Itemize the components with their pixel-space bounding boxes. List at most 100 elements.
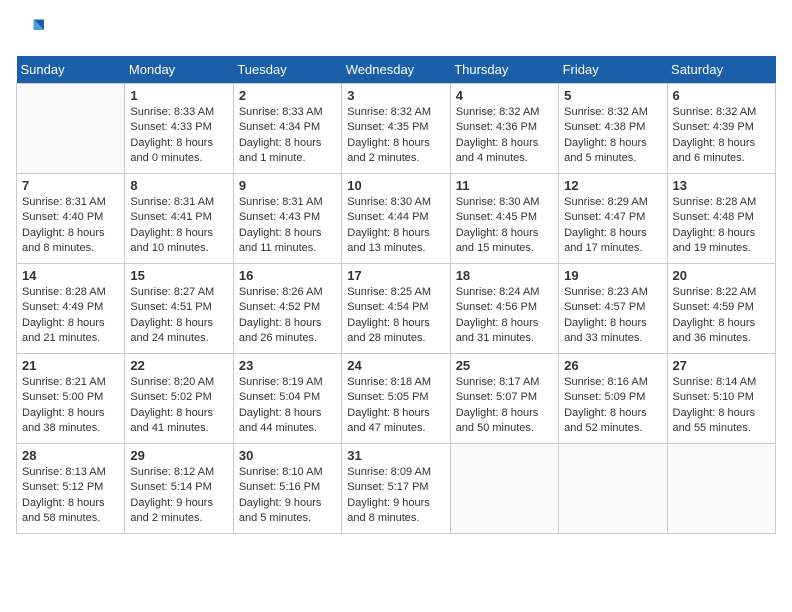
day-number: 5: [564, 88, 661, 103]
day-number: 13: [673, 178, 770, 193]
calendar-cell: 15 Sunrise: 8:27 AM Sunset: 4:51 PM Dayli…: [125, 264, 233, 354]
day-header-thursday: Thursday: [450, 56, 558, 84]
calendar-week-row: 28 Sunrise: 8:13 AM Sunset: 5:12 PM Dayli…: [17, 444, 776, 534]
day-number: 4: [456, 88, 553, 103]
day-number: 25: [456, 358, 553, 373]
day-number: 24: [347, 358, 444, 373]
calendar-cell: 16 Sunrise: 8:26 AM Sunset: 4:52 PM Dayli…: [233, 264, 341, 354]
day-number: 10: [347, 178, 444, 193]
calendar-header-row: SundayMondayTuesdayWednesdayThursdayFrid…: [17, 56, 776, 84]
day-header-tuesday: Tuesday: [233, 56, 341, 84]
calendar-week-row: 14Sunrise: 8:28 AM Sunset: 4:49 PM Dayli…: [17, 264, 776, 354]
calendar-cell: 7Sunrise: 8:31 AM Sunset: 4:40 PM Daylig…: [17, 174, 125, 264]
day-info: Sunrise: 8:23 AM Sunset: 4:57 PM Dayligh…: [564, 285, 661, 347]
calendar-cell: 5 Sunrise: 8:32 AM Sunset: 4:38 PM Daylig…: [559, 84, 667, 174]
day-number: 11: [456, 178, 553, 193]
day-header-wednesday: Wednesday: [342, 56, 450, 84]
day-info: Sunrise: 8:14 AM Sunset: 5:10 PM Dayligh…: [673, 375, 770, 437]
calendar-cell: 13 Sunrise: 8:28 AM Sunset: 4:48 PM Dayli…: [667, 174, 775, 264]
calendar-cell: [667, 444, 775, 534]
calendar-cell: 3 Sunrise: 8:32 AM Sunset: 4:35 PM Daylig…: [342, 84, 450, 174]
day-number: 12: [564, 178, 661, 193]
day-info: Sunrise: 8:32 AM Sunset: 4:38 PM Dayligh…: [564, 105, 661, 167]
calendar-cell: 31 Sunrise: 8:09 AM Sunset: 5:17 PM Dayli…: [342, 444, 450, 534]
day-info: Sunrise: 8:19 AM Sunset: 5:04 PM Dayligh…: [239, 375, 336, 437]
calendar-cell: [450, 444, 558, 534]
day-info: Sunrise: 8:09 AM Sunset: 5:17 PM Dayligh…: [347, 465, 444, 527]
day-header-monday: Monday: [125, 56, 233, 84]
calendar-cell: 28 Sunrise: 8:13 AM Sunset: 5:12 PM Dayli…: [17, 444, 125, 534]
day-info: Sunrise: 8:28 AM Sunset: 4:48 PM Dayligh…: [673, 195, 770, 257]
day-info: Sunrise: 8:21 AM Sunset: 5:00 PM Dayligh…: [22, 375, 119, 437]
day-info: Sunrise: 8:32 AM Sunset: 4:35 PM Dayligh…: [347, 105, 444, 167]
day-number: 16: [239, 268, 336, 283]
calendar-cell: 22Sunrise: 8:20 AM Sunset: 5:02 PM Dayli…: [125, 354, 233, 444]
calendar-cell: 10Sunrise: 8:30 AM Sunset: 4:44 PM Dayli…: [342, 174, 450, 264]
day-info: Sunrise: 8:13 AM Sunset: 5:12 PM Dayligh…: [22, 465, 119, 527]
day-number: 31: [347, 448, 444, 463]
day-info: Sunrise: 8:17 AM Sunset: 5:07 PM Dayligh…: [456, 375, 553, 437]
day-info: Sunrise: 8:27 AM Sunset: 4:51 PM Dayligh…: [130, 285, 227, 347]
day-number: 19: [564, 268, 661, 283]
day-number: 21: [22, 358, 119, 373]
day-info: Sunrise: 8:33 AM Sunset: 4:34 PM Dayligh…: [239, 105, 336, 167]
day-number: 1: [130, 88, 227, 103]
day-info: Sunrise: 8:31 AM Sunset: 4:43 PM Dayligh…: [239, 195, 336, 257]
calendar-cell: 19 Sunrise: 8:23 AM Sunset: 4:57 PM Dayli…: [559, 264, 667, 354]
calendar-cell: 8Sunrise: 8:31 AM Sunset: 4:41 PM Daylig…: [125, 174, 233, 264]
day-number: 17: [347, 268, 444, 283]
day-number: 20: [673, 268, 770, 283]
day-info: Sunrise: 8:18 AM Sunset: 5:05 PM Dayligh…: [347, 375, 444, 437]
day-number: 27: [673, 358, 770, 373]
calendar-cell: 23 Sunrise: 8:19 AM Sunset: 5:04 PM Dayli…: [233, 354, 341, 444]
day-number: 28: [22, 448, 119, 463]
calendar-cell: 6 Sunrise: 8:32 AM Sunset: 4:39 PM Daylig…: [667, 84, 775, 174]
day-info: Sunrise: 8:33 AM Sunset: 4:33 PM Dayligh…: [130, 105, 227, 167]
day-info: Sunrise: 8:26 AM Sunset: 4:52 PM Dayligh…: [239, 285, 336, 347]
calendar-week-row: 7Sunrise: 8:31 AM Sunset: 4:40 PM Daylig…: [17, 174, 776, 264]
day-info: Sunrise: 8:32 AM Sunset: 4:36 PM Dayligh…: [456, 105, 553, 167]
calendar-week-row: 21 Sunrise: 8:21 AM Sunset: 5:00 PM Dayli…: [17, 354, 776, 444]
day-number: 23: [239, 358, 336, 373]
day-info: Sunrise: 8:32 AM Sunset: 4:39 PM Dayligh…: [673, 105, 770, 167]
day-info: Sunrise: 8:22 AM Sunset: 4:59 PM Dayligh…: [673, 285, 770, 347]
day-header-sunday: Sunday: [17, 56, 125, 84]
day-info: Sunrise: 8:25 AM Sunset: 4:54 PM Dayligh…: [347, 285, 444, 347]
calendar-cell: 21 Sunrise: 8:21 AM Sunset: 5:00 PM Dayli…: [17, 354, 125, 444]
calendar-cell: [17, 84, 125, 174]
calendar-cell: 4 Sunrise: 8:32 AM Sunset: 4:36 PM Daylig…: [450, 84, 558, 174]
calendar-cell: 14Sunrise: 8:28 AM Sunset: 4:49 PM Dayli…: [17, 264, 125, 354]
calendar-week-row: 1 Sunrise: 8:33 AM Sunset: 4:33 PM Daylig…: [17, 84, 776, 174]
calendar-cell: 18 Sunrise: 8:24 AM Sunset: 4:56 PM Dayli…: [450, 264, 558, 354]
day-header-friday: Friday: [559, 56, 667, 84]
day-info: Sunrise: 8:30 AM Sunset: 4:45 PM Dayligh…: [456, 195, 553, 257]
day-number: 15: [130, 268, 227, 283]
day-number: 3: [347, 88, 444, 103]
page-header: [16, 16, 776, 44]
calendar-cell: 11 Sunrise: 8:30 AM Sunset: 4:45 PM Dayli…: [450, 174, 558, 264]
calendar-cell: 30Sunrise: 8:10 AM Sunset: 5:16 PM Dayli…: [233, 444, 341, 534]
calendar-cell: 1 Sunrise: 8:33 AM Sunset: 4:33 PM Daylig…: [125, 84, 233, 174]
day-info: Sunrise: 8:24 AM Sunset: 4:56 PM Dayligh…: [456, 285, 553, 347]
calendar-cell: 9 Sunrise: 8:31 AM Sunset: 4:43 PM Daylig…: [233, 174, 341, 264]
calendar-body: 1 Sunrise: 8:33 AM Sunset: 4:33 PM Daylig…: [17, 84, 776, 534]
day-info: Sunrise: 8:12 AM Sunset: 5:14 PM Dayligh…: [130, 465, 227, 527]
calendar-cell: 26Sunrise: 8:16 AM Sunset: 5:09 PM Dayli…: [559, 354, 667, 444]
calendar-cell: [559, 444, 667, 534]
day-number: 30: [239, 448, 336, 463]
calendar-cell: 12Sunrise: 8:29 AM Sunset: 4:47 PM Dayli…: [559, 174, 667, 264]
day-number: 7: [22, 178, 119, 193]
calendar-cell: 20 Sunrise: 8:22 AM Sunset: 4:59 PM Dayli…: [667, 264, 775, 354]
day-number: 2: [239, 88, 336, 103]
calendar-cell: 29Sunrise: 8:12 AM Sunset: 5:14 PM Dayli…: [125, 444, 233, 534]
calendar-cell: 24 Sunrise: 8:18 AM Sunset: 5:05 PM Dayli…: [342, 354, 450, 444]
day-number: 6: [673, 88, 770, 103]
day-number: 9: [239, 178, 336, 193]
calendar-cell: 2 Sunrise: 8:33 AM Sunset: 4:34 PM Daylig…: [233, 84, 341, 174]
day-number: 8: [130, 178, 227, 193]
calendar-cell: 27 Sunrise: 8:14 AM Sunset: 5:10 PM Dayli…: [667, 354, 775, 444]
day-number: 18: [456, 268, 553, 283]
day-info: Sunrise: 8:20 AM Sunset: 5:02 PM Dayligh…: [130, 375, 227, 437]
logo: [16, 16, 48, 44]
logo-icon: [16, 16, 44, 44]
